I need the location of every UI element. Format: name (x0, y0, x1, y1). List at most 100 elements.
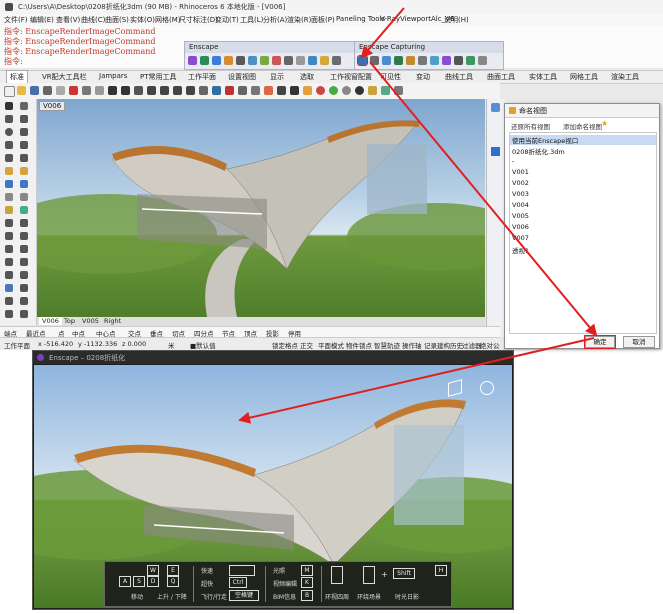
light-tool-icon[interactable] (5, 206, 13, 214)
tab-v006[interactable]: V006 (39, 317, 62, 325)
command-prompt[interactable]: 指令: (4, 56, 23, 67)
viewport-label[interactable]: V006 (39, 101, 66, 111)
render-tool-icon[interactable] (20, 206, 28, 214)
gumball-toggle[interactable]: 操作轴 (402, 340, 422, 350)
tab-vray[interactable]: VR配大工具栏 (42, 72, 87, 82)
tab-top[interactable]: Top (61, 317, 78, 325)
print-icon[interactable] (43, 86, 52, 95)
enscape-render-view[interactable]: W E A S D Q 移动 上升 / 下降 快速 超快 Ctrl 飞行/行走 … (34, 365, 512, 608)
tab-set-view[interactable]: 设置视图 (228, 72, 256, 82)
menu-surface[interactable]: 曲面(S) (105, 15, 129, 25)
array-icon[interactable] (20, 245, 28, 253)
rectangle-icon[interactable] (5, 141, 13, 149)
sync-icon[interactable] (200, 56, 209, 65)
properties-panel-icon[interactable] (491, 147, 500, 156)
list-item[interactable]: V001 (512, 168, 529, 176)
upload-icon[interactable] (442, 56, 451, 65)
select-arrow-icon[interactable] (5, 102, 13, 110)
save-icon[interactable] (30, 86, 39, 95)
list-item[interactable]: V006 (512, 223, 529, 231)
visual-settings-icon[interactable] (224, 56, 233, 65)
tab-standard[interactable]: 标准 (6, 70, 28, 83)
panorama-icon[interactable] (406, 56, 415, 65)
zoom-window-icon[interactable] (160, 86, 169, 95)
scale-icon[interactable] (20, 232, 28, 240)
join-icon[interactable] (5, 271, 13, 279)
manage-uploads-icon[interactable] (454, 56, 463, 65)
history-toggle[interactable]: 记录建构历史 (424, 340, 463, 350)
open-icon[interactable] (17, 86, 26, 95)
walkthrough-icon[interactable] (466, 56, 475, 65)
sun-icon[interactable] (480, 381, 494, 395)
ok-button[interactable]: 确定 (584, 335, 616, 349)
tab-mesh-tools[interactable]: 网格工具 (570, 72, 598, 82)
tab-viewport-layout[interactable]: 工作视窗配置 (330, 72, 372, 82)
rotate-icon[interactable] (5, 232, 13, 240)
list-item[interactable]: V007 (512, 234, 529, 242)
solid-box-icon[interactable] (5, 180, 13, 188)
batch-render-icon[interactable] (370, 56, 379, 65)
split-icon[interactable] (20, 258, 28, 266)
menu-view[interactable]: 查看(V) (56, 15, 80, 25)
point-icon[interactable] (20, 102, 28, 110)
hide-icon[interactable] (251, 86, 260, 95)
help-icon[interactable] (394, 86, 403, 95)
settings-icon[interactable] (308, 56, 317, 65)
viewport-v006[interactable]: V006 (37, 99, 485, 317)
select-icon[interactable] (212, 86, 221, 95)
layout-icon[interactable] (5, 310, 13, 318)
zoom-selected-icon[interactable] (186, 86, 195, 95)
menu-dimension[interactable]: 尺寸标注(D) (179, 15, 218, 25)
surface-tools-icon[interactable] (20, 167, 28, 175)
cplane-icon[interactable] (225, 86, 234, 95)
zoom-icon[interactable] (147, 86, 156, 95)
copy-icon[interactable] (82, 86, 91, 95)
tab-transform[interactable]: 变动 (416, 72, 430, 82)
menu-render[interactable]: 渲染(R) (287, 15, 311, 25)
menu-file[interactable]: 文件(F) (4, 15, 28, 25)
lightbulb-icon[interactable] (320, 56, 329, 65)
feedback-icon[interactable] (284, 56, 293, 65)
layers-panel-icon[interactable] (491, 103, 500, 112)
tab-render-tools[interactable]: 渲染工具 (611, 72, 639, 82)
pause-icon[interactable] (212, 56, 221, 65)
polygon-icon[interactable] (20, 141, 28, 149)
tab-solid-tools[interactable]: 实体工具 (529, 72, 557, 82)
menu-solid[interactable]: 实体(O) (130, 15, 155, 25)
render-video-icon[interactable] (394, 56, 403, 65)
lock-icon[interactable] (264, 86, 273, 95)
filter-toggle[interactable]: 过滤器 (462, 340, 482, 350)
menu-edit[interactable]: 编辑(E) (30, 15, 54, 25)
about-icon[interactable] (296, 56, 305, 65)
mesh-tools-icon[interactable] (20, 193, 28, 201)
tab-cplanes[interactable]: 工作平面 (188, 72, 216, 82)
tab-curve-tools[interactable]: 曲线工具 (445, 72, 473, 82)
undo-view-icon[interactable] (199, 86, 208, 95)
menu-paneling-tools[interactable]: Paneling Tools (336, 15, 385, 23)
tab-jampars[interactable]: Jampars (99, 72, 127, 80)
circle-icon[interactable] (5, 128, 13, 136)
list-item[interactable]: 透视1 (512, 245, 529, 255)
vr-icon[interactable] (272, 56, 281, 65)
web-standalone-icon[interactable] (430, 56, 439, 65)
add-named-view-link[interactable]: 添加命名视图 (563, 121, 602, 131)
menu-vray[interactable]: V-Ray (380, 15, 400, 23)
menu-panels[interactable]: 面板(P) (311, 15, 335, 25)
surface-icon[interactable] (5, 167, 13, 175)
cancel-button[interactable]: 取消 (623, 336, 655, 348)
shaded-sphere-icon[interactable] (342, 86, 351, 95)
paste-icon[interactable] (95, 86, 104, 95)
options-icon[interactable] (368, 86, 377, 95)
mirror-icon[interactable] (5, 245, 13, 253)
rotate-view-icon[interactable] (134, 86, 143, 95)
analyze-icon[interactable] (20, 297, 28, 305)
explode-icon[interactable] (20, 271, 28, 279)
list-item[interactable]: V005 (512, 212, 529, 220)
tab-select[interactable]: 选取 (300, 72, 314, 82)
tab-surface-tools[interactable]: 曲面工具 (487, 72, 515, 82)
tab-right[interactable]: Right (101, 317, 124, 325)
new-file-icon[interactable] (4, 86, 15, 97)
tab-display[interactable]: 显示 (270, 72, 284, 82)
menu-transform[interactable]: 变动(T) (215, 15, 239, 25)
layer-icon[interactable] (277, 86, 286, 95)
